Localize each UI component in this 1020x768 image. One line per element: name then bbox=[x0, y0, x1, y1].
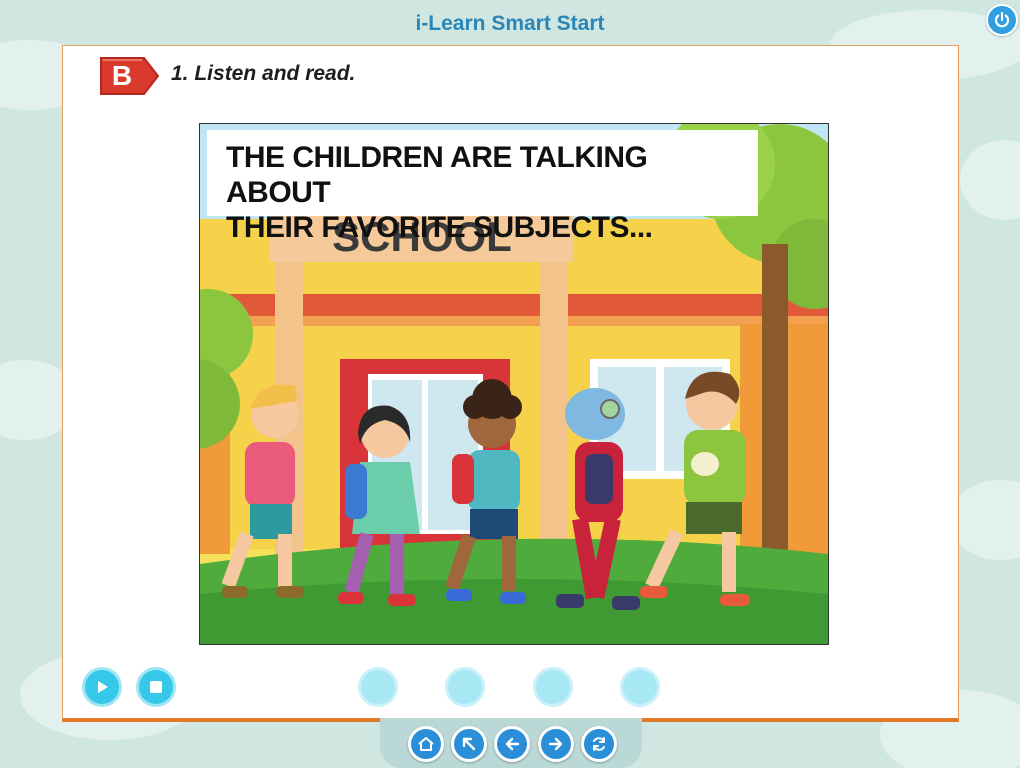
play-icon bbox=[98, 681, 108, 693]
section-letter: B bbox=[111, 60, 133, 91]
home-icon bbox=[418, 737, 434, 751]
story-illustration: SCHOOL THE CHILDREN ARE TALKING ABOUT TH… bbox=[199, 123, 829, 645]
stop-icon bbox=[150, 681, 162, 693]
play-button[interactable] bbox=[82, 667, 122, 707]
power-button[interactable] bbox=[986, 4, 1018, 36]
background-cloud bbox=[960, 140, 1020, 220]
background-cloud bbox=[950, 480, 1020, 560]
stop-button[interactable] bbox=[136, 667, 176, 707]
story-caption: THE CHILDREN ARE TALKING ABOUT THEIR FAV… bbox=[207, 130, 758, 244]
menu-back-button[interactable] bbox=[451, 726, 487, 762]
page-dot-2[interactable] bbox=[445, 667, 485, 707]
page-dot-1[interactable] bbox=[358, 667, 398, 707]
replay-button[interactable] bbox=[581, 726, 617, 762]
lesson-panel: B 1. Listen and read. SCHOOL THE CHILDRE… bbox=[62, 45, 959, 722]
section-badge: B bbox=[98, 55, 160, 97]
next-button[interactable] bbox=[538, 726, 574, 762]
arrow-up-left-icon bbox=[462, 737, 476, 751]
page-dot-3[interactable] bbox=[533, 667, 573, 707]
power-icon bbox=[994, 11, 1010, 28]
app-title: i-Learn Smart Start bbox=[415, 12, 605, 35]
caption-line-2: THEIR FAVORITE SUBJECTS... bbox=[226, 211, 653, 244]
home-button[interactable] bbox=[408, 726, 444, 762]
instruction-text: 1. Listen and read. bbox=[171, 62, 356, 85]
caption-line-1: THE CHILDREN ARE TALKING ABOUT bbox=[226, 141, 648, 209]
refresh-icon bbox=[593, 737, 605, 751]
previous-button[interactable] bbox=[494, 726, 530, 762]
page-dot-4[interactable] bbox=[620, 667, 660, 707]
arrow-left-icon bbox=[505, 737, 520, 751]
arrow-right-icon bbox=[548, 737, 563, 751]
